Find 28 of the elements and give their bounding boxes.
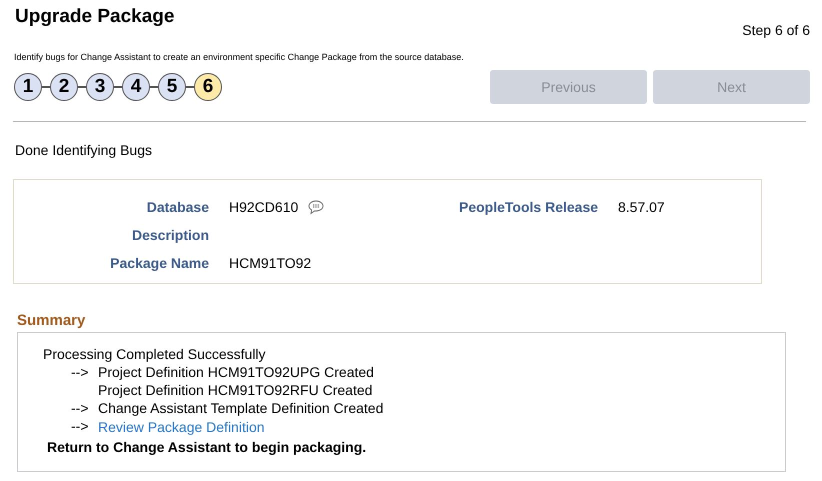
field-label: Database <box>146 198 209 217</box>
summary-text: Processing Completed Successfully <box>43 345 266 363</box>
field-label: Description <box>132 226 209 245</box>
status-text: Done Identifying Bugs <box>15 142 153 158</box>
summary-item: Change Assistant Template Definition Created <box>98 399 384 417</box>
step-circle[interactable]: 3 <box>86 73 114 101</box>
step-circle[interactable]: 2 <box>50 73 78 101</box>
step-circle[interactable]: 5 <box>158 73 186 101</box>
step-circle[interactable]: 1 <box>14 73 42 101</box>
field-label: PeopleTools Release <box>459 198 598 217</box>
field-value: 8.57.07 <box>618 198 665 217</box>
summary-note: Return to Change Assistant to begin packaging. <box>47 439 368 455</box>
summary-item: Project Definition HCM91TO92UPG Created <box>98 363 374 381</box>
page-title: Upgrade Package <box>15 6 174 28</box>
field-label: Package Name <box>110 254 209 273</box>
field-value: H92CD610 <box>229 198 298 217</box>
arrow-text: --> <box>70 417 90 436</box>
comment-icon[interactable] <box>308 200 324 214</box>
instructions-text: Identify bugs for Change Assistant to create an environment specific Change Package from the source database. <box>14 52 465 62</box>
step-indicator: Step 6 of 6 <box>742 22 810 38</box>
summary-heading: Summary <box>17 312 86 329</box>
summary-item: Project Definition HCM91TO92RFU Created <box>98 381 372 399</box>
arrow-text: --> <box>70 399 90 417</box>
step-circle[interactable]: 4 <box>122 73 150 101</box>
field-value: HCM91TO92 <box>229 254 312 273</box>
arrow-text: --> <box>70 363 90 381</box>
step-circle[interactable]: 6 <box>194 73 222 101</box>
review-link[interactable]: Review Package Definition <box>98 417 265 437</box>
